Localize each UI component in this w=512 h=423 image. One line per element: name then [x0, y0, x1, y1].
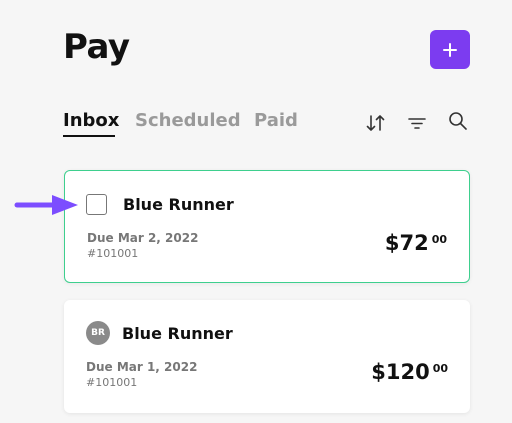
- tab-paid[interactable]: Paid: [254, 110, 298, 131]
- active-tab-underline: [63, 135, 115, 137]
- add-bill-button[interactable]: [430, 30, 470, 69]
- bill-amount: $120 00: [371, 360, 448, 384]
- invoice-number: #101001: [86, 376, 138, 389]
- invoice-number: #101001: [87, 247, 139, 260]
- amount-main: $72: [384, 231, 429, 255]
- bill-card[interactable]: BR Blue Runner Due Mar 1, 2022 #101001 $…: [64, 300, 470, 413]
- tab-inbox[interactable]: Inbox: [63, 110, 119, 131]
- due-date: Due Mar 2, 2022: [87, 231, 199, 245]
- bill-card[interactable]: Blue Runner Due Mar 2, 2022 #101001 $72 …: [64, 170, 470, 283]
- sort-icon[interactable]: [365, 112, 387, 134]
- filter-icon[interactable]: [406, 112, 428, 134]
- amount-cents: 00: [431, 233, 447, 246]
- pointer-arrow-icon: [14, 195, 78, 215]
- due-date: Due Mar 1, 2022: [86, 360, 198, 374]
- amount-main: $120: [371, 360, 430, 384]
- select-checkbox[interactable]: [86, 194, 107, 215]
- amount-cents: 00: [432, 362, 448, 375]
- tab-scheduled[interactable]: Scheduled: [135, 110, 241, 131]
- page-title: Pay: [63, 27, 130, 67]
- payee-name: Blue Runner: [123, 195, 234, 214]
- plus-icon: [443, 42, 457, 57]
- payee-name: Blue Runner: [122, 324, 233, 343]
- bill-amount: $72 00: [385, 231, 447, 255]
- search-icon[interactable]: [447, 110, 469, 132]
- avatar: BR: [86, 321, 110, 345]
